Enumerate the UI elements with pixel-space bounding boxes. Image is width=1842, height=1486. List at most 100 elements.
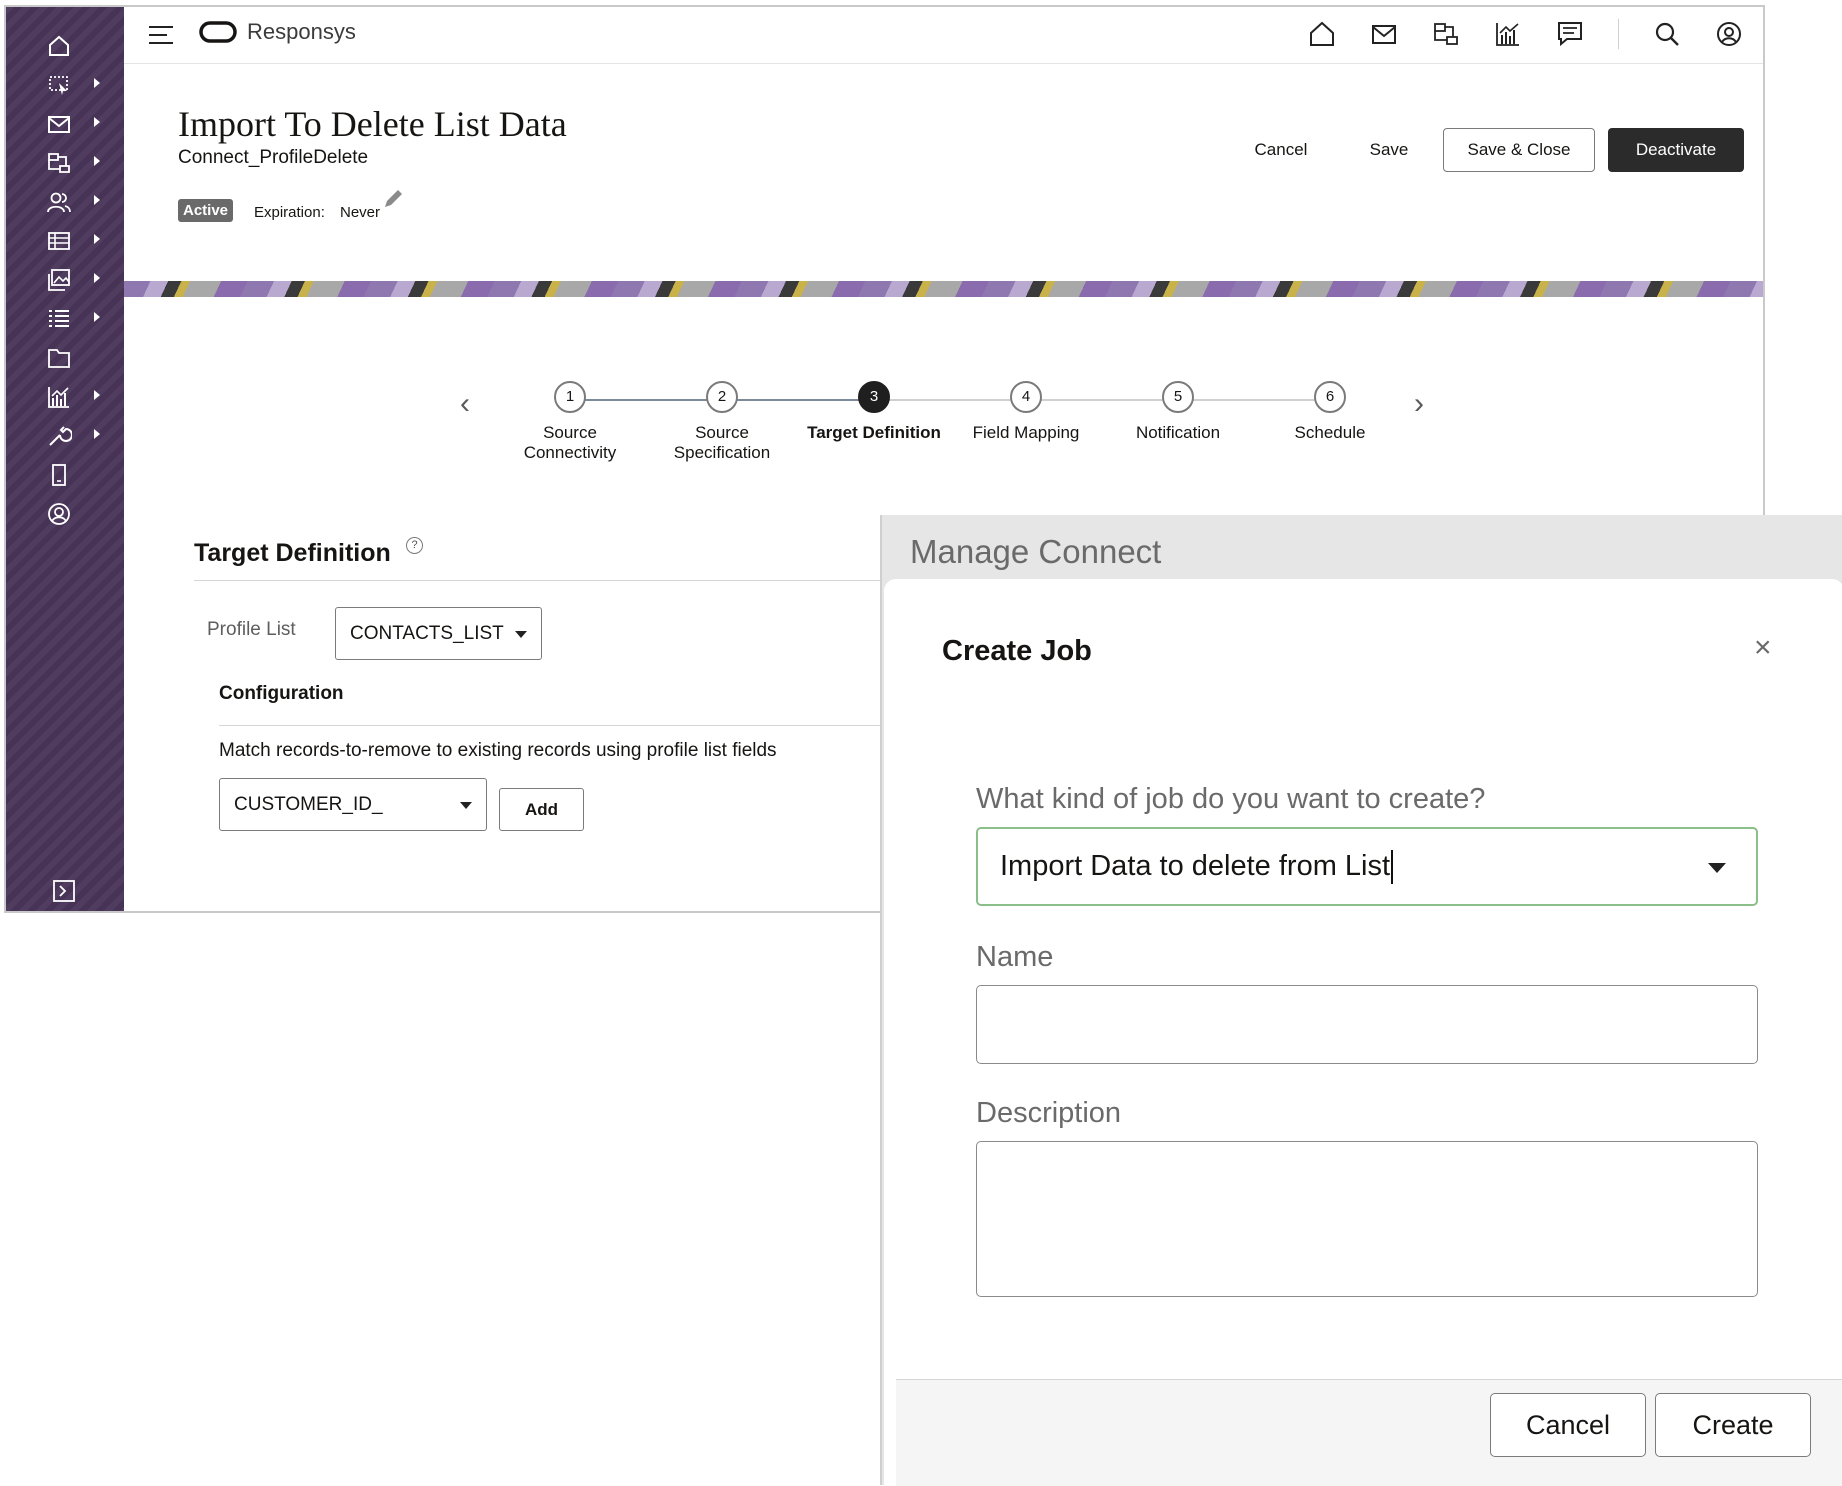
user-circle-icon	[48, 503, 70, 525]
sidebar-item-audience[interactable]	[6, 181, 124, 221]
sidebar-item-select[interactable]	[6, 64, 124, 104]
create-job-dialog: Create Job × What kind of job do you wan…	[884, 579, 1842, 1486]
submenu-arrow-icon	[94, 78, 100, 88]
profile-list-select[interactable]: CONTACTS_LIST	[335, 607, 542, 660]
train-step-source-specification[interactable]: 2 Source Specification	[642, 381, 802, 463]
step-label: Schedule	[1294, 423, 1366, 442]
dialog-cancel-button[interactable]: Cancel	[1490, 1393, 1646, 1457]
mail-icon	[48, 116, 70, 133]
edit-pencil-icon[interactable]	[382, 188, 404, 210]
close-icon[interactable]: ×	[1754, 631, 1772, 665]
train-step-target-definition[interactable]: 3 Target Definition	[794, 381, 954, 443]
job-kind-select[interactable]: Import Data to delete from List	[976, 827, 1758, 906]
step-number: 5	[1162, 381, 1194, 413]
chevron-down-icon	[1708, 862, 1726, 873]
train-step-field-mapping[interactable]: 4 Field Mapping	[946, 381, 1106, 443]
create-button[interactable]: Create	[1655, 1393, 1811, 1457]
submenu-arrow-icon	[94, 390, 100, 400]
submenu-arrow-icon	[94, 273, 100, 283]
home-icon[interactable]	[1308, 20, 1336, 48]
program-flow-icon	[48, 153, 70, 173]
divider	[219, 725, 899, 726]
analytics-chart-icon	[48, 387, 69, 408]
divider	[1618, 19, 1619, 49]
search-icon[interactable]	[1653, 20, 1681, 48]
cancel-button[interactable]: Cancel	[1230, 128, 1332, 172]
page-subtitle: Connect_ProfileDelete	[178, 147, 369, 168]
chevron-down-icon	[515, 630, 527, 638]
step-number: 2	[706, 381, 738, 413]
submenu-arrow-icon	[94, 429, 100, 439]
name-label: Name	[976, 941, 1054, 973]
mail-icon[interactable]	[1370, 20, 1398, 48]
step-train: ‹ › 1 Source Connectivity 2 Source Specifi…	[456, 367, 1456, 477]
sidebar-item-tables[interactable]	[6, 220, 124, 260]
step-label: Source Connectivity	[523, 423, 617, 462]
chat-icon[interactable]	[1556, 20, 1584, 48]
sidebar-item-analytics[interactable]	[6, 376, 124, 416]
decorative-banner	[124, 281, 1763, 297]
sidebar-item-lists[interactable]	[6, 298, 124, 338]
name-field[interactable]	[976, 985, 1758, 1064]
sidebar-item-tools[interactable]	[6, 415, 124, 455]
image-content-icon	[48, 269, 70, 291]
oracle-logo-icon	[199, 21, 237, 43]
user-account-icon[interactable]	[1715, 20, 1743, 48]
step-label: Source Specification	[673, 423, 771, 462]
top-icon-bar	[1308, 19, 1743, 49]
add-field-button[interactable]: Add	[499, 788, 584, 831]
train-step-schedule[interactable]: 6 Schedule	[1250, 381, 1410, 443]
save-button[interactable]: Save	[1354, 128, 1424, 172]
sidebar-item-mail[interactable]	[6, 103, 124, 143]
deactivate-button[interactable]: Deactivate	[1608, 128, 1744, 172]
profile-list-value: CONTACTS_LIST	[350, 622, 504, 644]
expiration-value: Never	[340, 204, 381, 221]
step-number: 4	[1010, 381, 1042, 413]
step-label: Field Mapping	[972, 423, 1080, 442]
configuration-heading: Configuration	[219, 683, 344, 704]
sidebar-item-account[interactable]	[6, 493, 124, 533]
folder-icon	[48, 349, 70, 368]
help-icon[interactable]: ?	[406, 537, 423, 554]
description-field[interactable]	[976, 1141, 1758, 1297]
chevron-down-icon	[460, 801, 472, 809]
brand-logo[interactable]: Responsys	[199, 19, 356, 45]
manage-connect-panel: Manage Connect Create Job × What kind of…	[880, 515, 1842, 1486]
step-label: Notification	[1135, 423, 1221, 442]
sidebar-item-mobile[interactable]	[6, 454, 124, 494]
sidebar-item-home[interactable]	[6, 25, 124, 65]
previous-step-chevron-icon[interactable]: ‹	[460, 387, 470, 421]
train-step-source-connectivity[interactable]: 1 Source Connectivity	[490, 381, 650, 463]
panel-title: Manage Connect	[910, 533, 1162, 570]
match-description: Match records-to-remove to existing reco…	[219, 740, 777, 761]
program-flow-icon[interactable]	[1432, 20, 1460, 48]
description-label: Description	[976, 1097, 1122, 1129]
job-kind-value: Import Data to delete from List	[1000, 850, 1391, 882]
analytics-chart-icon[interactable]	[1494, 20, 1522, 48]
hamburger-menu-icon[interactable]	[148, 25, 174, 45]
job-kind-label: What kind of job do you want to create?	[976, 783, 1486, 815]
mobile-device-icon	[52, 464, 66, 486]
brand-name: Responsys	[247, 19, 356, 44]
train-step-notification[interactable]: 5 Notification	[1098, 381, 1258, 443]
sidebar-item-folders[interactable]	[6, 337, 124, 377]
home-icon	[49, 35, 69, 56]
left-nav-sidebar	[6, 7, 124, 911]
next-step-chevron-icon[interactable]: ›	[1414, 387, 1424, 421]
save-and-close-button[interactable]: Save & Close	[1443, 128, 1595, 172]
submenu-arrow-icon	[94, 195, 100, 205]
match-field-select[interactable]: CUSTOMER_ID_	[219, 778, 487, 831]
submenu-arrow-icon	[94, 234, 100, 244]
table-icon	[48, 232, 70, 250]
divider	[194, 580, 894, 581]
expand-panel-icon[interactable]	[53, 880, 75, 902]
submenu-arrow-icon	[94, 312, 100, 322]
wrench-icon	[49, 426, 72, 446]
submenu-arrow-icon	[94, 117, 100, 127]
text-cursor	[1391, 849, 1394, 884]
section-title: Target Definition	[194, 539, 391, 567]
step-number-current: 3	[858, 381, 890, 413]
sidebar-item-programs[interactable]	[6, 142, 124, 182]
dialog-title: Create Job	[942, 635, 1092, 667]
sidebar-item-content[interactable]	[6, 259, 124, 299]
